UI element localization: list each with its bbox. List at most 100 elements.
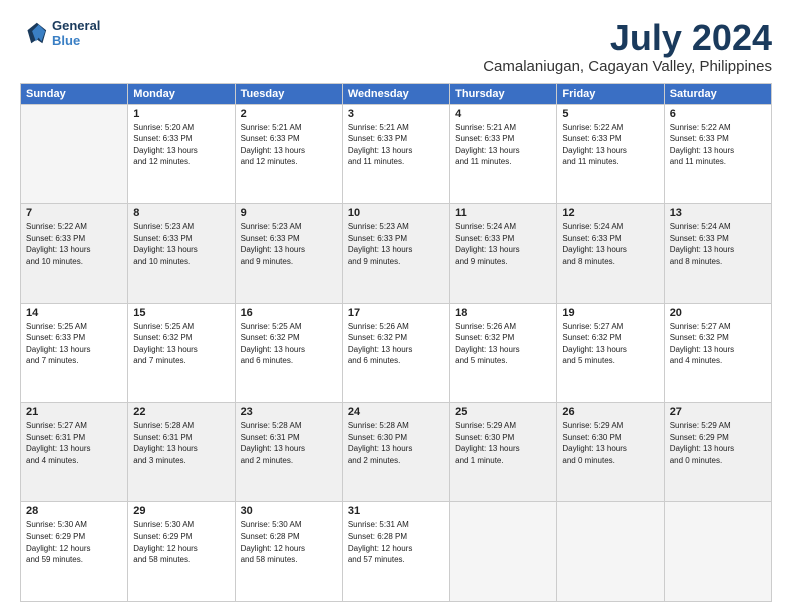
day-number: 31 xyxy=(348,505,444,517)
day-number: 16 xyxy=(241,307,337,319)
calendar-cell: 8 Sunrise: 5:23 AM Sunset: 6:33 PM Daylig… xyxy=(128,204,235,303)
header: General Blue July 2024 Camalaniugan, Cag… xyxy=(20,18,772,75)
day-info: Sunrise: 5:23 AM Sunset: 6:33 PM Dayligh… xyxy=(133,221,229,267)
day-number: 8 xyxy=(133,207,229,219)
calendar-cell: 10 Sunrise: 5:23 AM Sunset: 6:33 PM Dayli… xyxy=(342,204,449,303)
calendar-week-row: 14 Sunrise: 5:25 AM Sunset: 6:33 PM Dayli… xyxy=(21,303,772,402)
day-number: 29 xyxy=(133,505,229,517)
day-number: 28 xyxy=(26,505,122,517)
calendar-cell: 5 Sunrise: 5:22 AM Sunset: 6:33 PM Daylig… xyxy=(557,104,664,203)
calendar-cell: 29 Sunrise: 5:30 AM Sunset: 6:29 PM Dayli… xyxy=(128,502,235,602)
day-info: Sunrise: 5:22 AM Sunset: 6:33 PM Dayligh… xyxy=(562,122,658,168)
day-number: 27 xyxy=(670,406,766,418)
calendar-cell xyxy=(557,502,664,602)
day-number: 2 xyxy=(241,108,337,120)
calendar-week-row: 28 Sunrise: 5:30 AM Sunset: 6:29 PM Dayli… xyxy=(21,502,772,602)
day-number: 25 xyxy=(455,406,551,418)
day-info: Sunrise: 5:29 AM Sunset: 6:30 PM Dayligh… xyxy=(455,420,551,466)
calendar-cell xyxy=(450,502,557,602)
day-info: Sunrise: 5:23 AM Sunset: 6:33 PM Dayligh… xyxy=(348,221,444,267)
day-number: 30 xyxy=(241,505,337,517)
calendar-cell: 6 Sunrise: 5:22 AM Sunset: 6:33 PM Daylig… xyxy=(664,104,771,203)
day-info: Sunrise: 5:30 AM Sunset: 6:29 PM Dayligh… xyxy=(26,519,122,565)
calendar-cell xyxy=(21,104,128,203)
day-number: 21 xyxy=(26,406,122,418)
calendar-cell: 26 Sunrise: 5:29 AM Sunset: 6:30 PM Dayli… xyxy=(557,403,664,502)
calendar-cell: 9Sunrise: 5:23 AM Sunset: 6:33 PM Daylig… xyxy=(235,204,342,303)
day-number: 6 xyxy=(670,108,766,120)
calendar-cell: 30 Sunrise: 5:30 AM Sunset: 6:28 PM Dayli… xyxy=(235,502,342,602)
day-info: Sunrise: 5:27 AM Sunset: 6:31 PM Dayligh… xyxy=(26,420,122,466)
day-number: 7 xyxy=(26,207,122,219)
calendar-cell: 21 Sunrise: 5:27 AM Sunset: 6:31 PM Dayli… xyxy=(21,403,128,502)
col-header-wednesday: Wednesday xyxy=(342,83,449,104)
col-header-tuesday: Tuesday xyxy=(235,83,342,104)
day-info: Sunrise: 5:21 AM Sunset: 6:33 PM Dayligh… xyxy=(455,122,551,168)
col-header-saturday: Saturday xyxy=(664,83,771,104)
day-info: Sunrise: 5:31 AM Sunset: 6:28 PM Dayligh… xyxy=(348,519,444,565)
calendar-cell: 23Sunrise: 5:28 AM Sunset: 6:31 PM Dayli… xyxy=(235,403,342,502)
calendar-cell: 11 Sunrise: 5:24 AM Sunset: 6:33 PM Dayli… xyxy=(450,204,557,303)
day-info: Sunrise: 5:22 AM Sunset: 6:33 PM Dayligh… xyxy=(670,122,766,168)
day-info: Sunrise: 5:28 AM Sunset: 6:31 PM Dayligh… xyxy=(241,420,337,466)
calendar-cell: 19 Sunrise: 5:27 AM Sunset: 6:32 PM Dayli… xyxy=(557,303,664,402)
day-info: Sunrise: 5:25 AM Sunset: 6:32 PM Dayligh… xyxy=(241,321,337,367)
day-info: Sunrise: 5:30 AM Sunset: 6:28 PM Dayligh… xyxy=(241,519,337,565)
calendar-cell: 22 Sunrise: 5:28 AM Sunset: 6:31 PM Dayli… xyxy=(128,403,235,502)
calendar-cell: 17Sunrise: 5:26 AM Sunset: 6:32 PM Dayli… xyxy=(342,303,449,402)
calendar-cell: 3Sunrise: 5:21 AM Sunset: 6:33 PM Daylig… xyxy=(342,104,449,203)
day-number: 20 xyxy=(670,307,766,319)
day-info: Sunrise: 5:27 AM Sunset: 6:32 PM Dayligh… xyxy=(670,321,766,367)
subtitle: Camalaniugan, Cagayan Valley, Philippine… xyxy=(483,58,772,75)
day-info: Sunrise: 5:27 AM Sunset: 6:32 PM Dayligh… xyxy=(562,321,658,367)
day-number: 11 xyxy=(455,207,551,219)
calendar-table: SundayMondayTuesdayWednesdayThursdayFrid… xyxy=(20,83,772,602)
day-info: Sunrise: 5:25 AM Sunset: 6:33 PM Dayligh… xyxy=(26,321,122,367)
day-info: Sunrise: 5:24 AM Sunset: 6:33 PM Dayligh… xyxy=(562,221,658,267)
day-number: 17 xyxy=(348,307,444,319)
calendar-cell: 2 Sunrise: 5:21 AM Sunset: 6:33 PM Daylig… xyxy=(235,104,342,203)
day-number: 5 xyxy=(562,108,658,120)
day-number: 4 xyxy=(455,108,551,120)
day-info: Sunrise: 5:26 AM Sunset: 6:32 PM Dayligh… xyxy=(455,321,551,367)
calendar-cell: 16 Sunrise: 5:25 AM Sunset: 6:32 PM Dayli… xyxy=(235,303,342,402)
logo-icon xyxy=(20,19,48,47)
day-number: 22 xyxy=(133,406,229,418)
day-number: 19 xyxy=(562,307,658,319)
calendar-week-row: 7 Sunrise: 5:22 AM Sunset: 6:33 PM Daylig… xyxy=(21,204,772,303)
logo: General Blue xyxy=(20,18,100,48)
day-info: Sunrise: 5:24 AM Sunset: 6:33 PM Dayligh… xyxy=(455,221,551,267)
day-info: Sunrise: 5:30 AM Sunset: 6:29 PM Dayligh… xyxy=(133,519,229,565)
day-number: 18 xyxy=(455,307,551,319)
logo-text: General Blue xyxy=(52,18,100,48)
day-number: 13 xyxy=(670,207,766,219)
calendar-cell: 12Sunrise: 5:24 AM Sunset: 6:33 PM Dayli… xyxy=(557,204,664,303)
day-info: Sunrise: 5:29 AM Sunset: 6:29 PM Dayligh… xyxy=(670,420,766,466)
day-info: Sunrise: 5:22 AM Sunset: 6:33 PM Dayligh… xyxy=(26,221,122,267)
day-number: 10 xyxy=(348,207,444,219)
calendar-week-row: 1Sunrise: 5:20 AM Sunset: 6:33 PM Daylig… xyxy=(21,104,772,203)
calendar-cell: 24Sunrise: 5:28 AM Sunset: 6:30 PM Dayli… xyxy=(342,403,449,502)
day-number: 15 xyxy=(133,307,229,319)
calendar-cell: 15 Sunrise: 5:25 AM Sunset: 6:32 PM Dayli… xyxy=(128,303,235,402)
day-number: 1 xyxy=(133,108,229,120)
day-info: Sunrise: 5:21 AM Sunset: 6:33 PM Dayligh… xyxy=(348,122,444,168)
col-header-sunday: Sunday xyxy=(21,83,128,104)
col-header-friday: Friday xyxy=(557,83,664,104)
title-block: July 2024 Camalaniugan, Cagayan Valley, … xyxy=(483,18,772,75)
page: General Blue July 2024 Camalaniugan, Cag… xyxy=(0,0,792,612)
day-info: Sunrise: 5:21 AM Sunset: 6:33 PM Dayligh… xyxy=(241,122,337,168)
day-number: 26 xyxy=(562,406,658,418)
calendar-cell: 28 Sunrise: 5:30 AM Sunset: 6:29 PM Dayli… xyxy=(21,502,128,602)
day-info: Sunrise: 5:28 AM Sunset: 6:31 PM Dayligh… xyxy=(133,420,229,466)
col-header-monday: Monday xyxy=(128,83,235,104)
day-number: 14 xyxy=(26,307,122,319)
day-number: 9 xyxy=(241,207,337,219)
day-info: Sunrise: 5:29 AM Sunset: 6:30 PM Dayligh… xyxy=(562,420,658,466)
calendar-cell: 31 Sunrise: 5:31 AM Sunset: 6:28 PM Dayli… xyxy=(342,502,449,602)
calendar-week-row: 21 Sunrise: 5:27 AM Sunset: 6:31 PM Dayli… xyxy=(21,403,772,502)
day-info: Sunrise: 5:28 AM Sunset: 6:30 PM Dayligh… xyxy=(348,420,444,466)
col-header-thursday: Thursday xyxy=(450,83,557,104)
calendar-cell: 4 Sunrise: 5:21 AM Sunset: 6:33 PM Daylig… xyxy=(450,104,557,203)
day-info: Sunrise: 5:25 AM Sunset: 6:32 PM Dayligh… xyxy=(133,321,229,367)
